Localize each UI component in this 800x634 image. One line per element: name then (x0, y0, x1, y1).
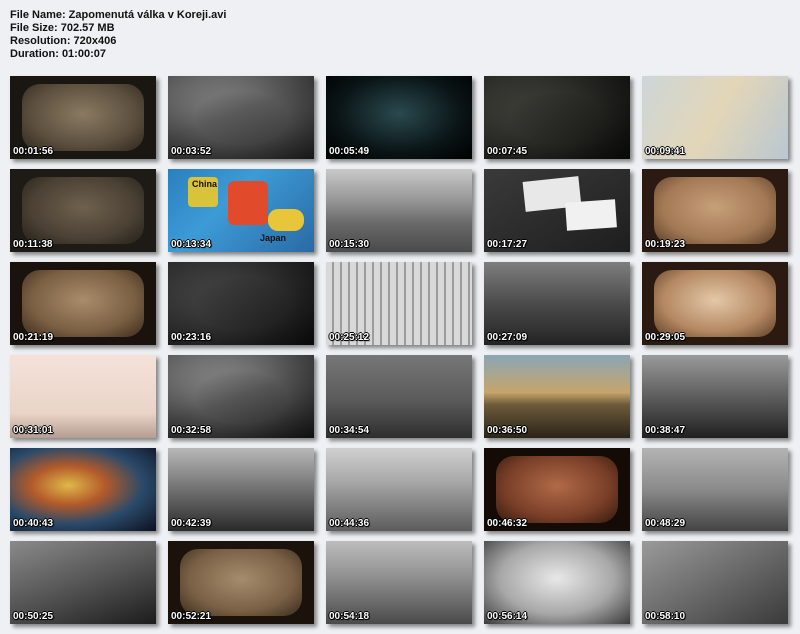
timestamp: 00:56:14 (487, 611, 528, 622)
thumbnail[interactable]: 00:05:49 (326, 76, 472, 159)
timestamp: 00:21:19 (13, 332, 54, 343)
timestamp: 00:07:45 (487, 146, 528, 157)
thumbnail[interactable]: 00:25:12 (326, 262, 472, 345)
timestamp: 00:27:09 (487, 332, 528, 343)
timestamp: 00:36:50 (487, 425, 528, 436)
file-size: File Size: 702.57 MB (10, 22, 115, 34)
timestamp: 00:38:47 (645, 425, 686, 436)
file-name: File Name: Zapomenutá válka v Koreji.avi (10, 9, 227, 21)
timestamp: 00:34:54 (329, 425, 370, 436)
thumbnail-grid: 00:01:56 00:03:52 00:05:49 00:07:45 00:0… (10, 76, 788, 624)
thumbnail[interactable]: 00:31:01 (10, 355, 156, 438)
timestamp: 00:15:30 (329, 239, 370, 250)
timestamp: 00:13:34 (171, 239, 212, 250)
thumbnail[interactable]: 00:07:45 (484, 76, 630, 159)
thumbnail[interactable]: 00:29:05 (642, 262, 788, 345)
timestamp: 00:48:29 (645, 518, 686, 529)
thumbnail[interactable]: 00:34:54 (326, 355, 472, 438)
timestamp: 00:19:23 (645, 239, 686, 250)
thumbnail[interactable]: 00:48:29 (642, 448, 788, 531)
timestamp: 00:05:49 (329, 146, 370, 157)
timestamp: 00:23:16 (171, 332, 212, 343)
timestamp: 00:58:10 (645, 611, 686, 622)
timestamp: 00:40:43 (13, 518, 54, 529)
file-info: File Name: Zapomenutá válka v Koreji.avi… (10, 9, 226, 61)
timestamp: 00:32:58 (171, 425, 212, 436)
thumbnail[interactable]: 00:42:39 (168, 448, 314, 531)
timestamp: 00:17:27 (487, 239, 528, 250)
thumbnail[interactable]: 00:19:23 (642, 169, 788, 252)
thumbnail[interactable]: China Japan 00:13:34 (168, 169, 314, 252)
thumbnail[interactable]: 00:56:14 (484, 541, 630, 624)
resolution: Resolution: 720x406 (10, 35, 117, 47)
thumbnail[interactable]: 00:40:43 (10, 448, 156, 531)
map-label-china: China (192, 179, 218, 189)
thumbnail[interactable]: 00:54:18 (326, 541, 472, 624)
thumbnail[interactable]: 00:44:36 (326, 448, 472, 531)
thumbnail[interactable]: 00:32:58 (168, 355, 314, 438)
thumbnail[interactable]: 00:15:30 (326, 169, 472, 252)
timestamp: 00:25:12 (329, 332, 370, 343)
thumbnail[interactable]: 00:52:21 (168, 541, 314, 624)
timestamp: 00:03:52 (171, 146, 212, 157)
thumbnail[interactable]: 00:17:27 (484, 169, 630, 252)
thumbnail[interactable]: 00:27:09 (484, 262, 630, 345)
timestamp: 00:44:36 (329, 518, 370, 529)
thumbnail[interactable]: 00:01:56 (10, 76, 156, 159)
timestamp: 00:09:41 (645, 146, 686, 157)
thumbnail[interactable]: 00:38:47 (642, 355, 788, 438)
timestamp: 00:11:38 (13, 239, 53, 250)
thumbnail[interactable]: 00:58:10 (642, 541, 788, 624)
timestamp: 00:29:05 (645, 332, 686, 343)
thumbnail[interactable]: 00:23:16 (168, 262, 314, 345)
timestamp: 00:54:18 (329, 611, 370, 622)
thumbnail[interactable]: 00:46:32 (484, 448, 630, 531)
map-label-japan: Japan (260, 233, 287, 243)
thumbnail[interactable]: 00:09:41 (642, 76, 788, 159)
duration: Duration: 01:00:07 (10, 48, 106, 60)
timestamp: 00:50:25 (13, 611, 54, 622)
thumbnail[interactable]: 00:03:52 (168, 76, 314, 159)
timestamp: 00:42:39 (171, 518, 212, 529)
thumbnail[interactable]: 00:36:50 (484, 355, 630, 438)
timestamp: 00:01:56 (13, 146, 54, 157)
thumbnail[interactable]: 00:21:19 (10, 262, 156, 345)
timestamp: 00:52:21 (171, 611, 212, 622)
timestamp: 00:31:01 (13, 425, 54, 436)
timestamp: 00:46:32 (487, 518, 528, 529)
thumbnail[interactable]: 00:11:38 (10, 169, 156, 252)
thumbnail[interactable]: 00:50:25 (10, 541, 156, 624)
